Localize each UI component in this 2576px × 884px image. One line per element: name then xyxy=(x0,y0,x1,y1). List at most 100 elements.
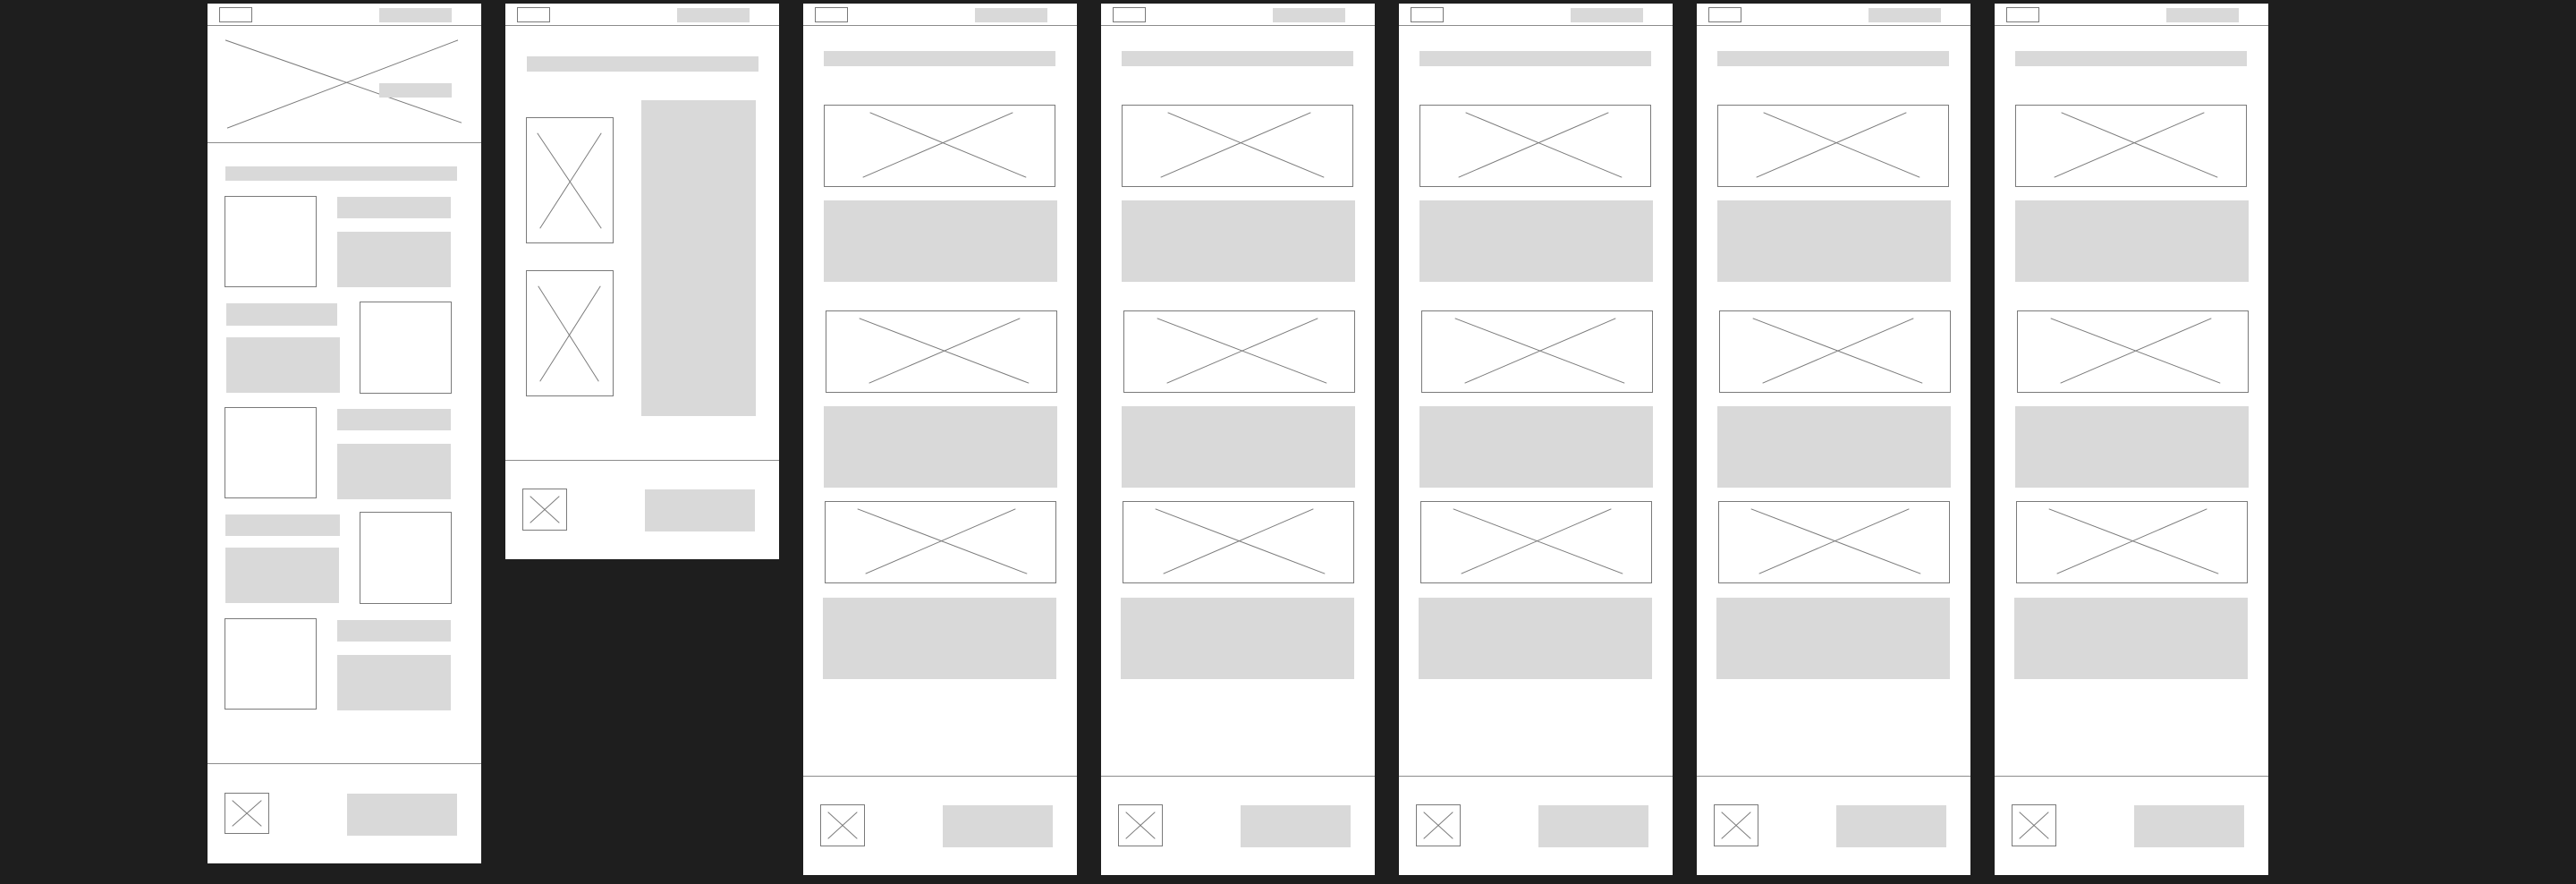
header-divider xyxy=(1101,25,1375,26)
nav-menu-placeholder[interactable] xyxy=(379,8,452,22)
card-image-placeholder xyxy=(826,310,1057,393)
footer-divider xyxy=(1995,776,2268,777)
footer-button-placeholder[interactable] xyxy=(1538,805,1648,847)
nav-menu-placeholder[interactable] xyxy=(1273,8,1345,22)
footer-button-placeholder[interactable] xyxy=(347,794,457,836)
footer-cross-icon xyxy=(1125,812,1156,839)
footer-logo-placeholder xyxy=(820,804,865,846)
list-item-text-placeholder xyxy=(337,444,451,499)
wireframe-screen-2 xyxy=(505,4,779,559)
nav-menu-placeholder[interactable] xyxy=(1868,8,1941,22)
logo-placeholder[interactable] xyxy=(1708,7,1741,22)
card-text-placeholder xyxy=(824,406,1057,488)
card-text-placeholder xyxy=(2015,406,2249,488)
card-cross-icon xyxy=(859,318,1030,384)
list-item-text-placeholder xyxy=(337,232,451,287)
nav-menu-placeholder[interactable] xyxy=(677,8,750,22)
section-title-placeholder xyxy=(1717,51,1949,66)
footer-logo-placeholder xyxy=(1118,804,1163,846)
footer-button-placeholder[interactable] xyxy=(645,489,755,531)
footer-cross-icon xyxy=(827,812,858,839)
card-text-placeholder xyxy=(1121,598,1354,679)
card-image-placeholder xyxy=(1719,310,1951,393)
card-cross-icon xyxy=(857,508,1028,574)
card-image-placeholder xyxy=(1123,310,1355,393)
section-title-placeholder xyxy=(1419,51,1651,66)
section-title-placeholder xyxy=(527,56,758,72)
logo-placeholder[interactable] xyxy=(517,7,550,22)
card-image-placeholder xyxy=(2017,310,2249,393)
gallery-image-placeholder xyxy=(526,270,614,396)
nav-menu-placeholder[interactable] xyxy=(975,8,1047,22)
logo-placeholder[interactable] xyxy=(1411,7,1444,22)
footer-logo-placeholder xyxy=(1416,804,1461,846)
card-image-placeholder xyxy=(2016,501,2248,583)
card-cross-icon xyxy=(1454,318,1625,384)
list-item-image-placeholder xyxy=(360,512,452,604)
card-cross-icon xyxy=(1160,112,1325,178)
footer-cross-icon xyxy=(530,496,560,523)
hero-caption-placeholder xyxy=(379,83,452,98)
card-text-placeholder xyxy=(1717,200,1951,282)
wireframe-screen-4 xyxy=(1101,4,1375,875)
card-image-placeholder xyxy=(824,105,1055,187)
list-item-image-placeholder xyxy=(225,196,317,287)
section-title-placeholder xyxy=(2015,51,2247,66)
footer-logo-placeholder xyxy=(1714,804,1758,846)
card-image-placeholder xyxy=(1419,105,1651,187)
text-block-placeholder xyxy=(641,100,756,416)
nav-menu-placeholder[interactable] xyxy=(1571,8,1643,22)
card-text-placeholder xyxy=(1419,406,1653,488)
list-item-heading-placeholder xyxy=(225,514,340,536)
gallery-image-placeholder xyxy=(526,117,614,243)
footer-button-placeholder[interactable] xyxy=(1241,805,1351,847)
footer-divider xyxy=(1399,776,1673,777)
footer-button-placeholder[interactable] xyxy=(1836,805,1946,847)
list-item-image-placeholder xyxy=(225,618,317,710)
card-cross-icon xyxy=(1155,508,1326,574)
footer-button-placeholder[interactable] xyxy=(2134,805,2244,847)
card-cross-icon xyxy=(1750,508,1921,574)
footer-logo-placeholder xyxy=(522,489,567,531)
logo-placeholder[interactable] xyxy=(815,7,848,22)
header-divider xyxy=(1995,25,2268,26)
card-image-placeholder xyxy=(1123,501,1354,583)
list-item-text-placeholder xyxy=(225,548,339,603)
card-text-placeholder xyxy=(1716,598,1950,679)
card-text-placeholder xyxy=(1122,200,1355,282)
card-image-placeholder xyxy=(1420,501,1652,583)
wireframe-screen-7 xyxy=(1995,4,2268,875)
nav-menu-placeholder[interactable] xyxy=(2166,8,2239,22)
list-item-heading-placeholder xyxy=(226,303,337,326)
footer-button-placeholder[interactable] xyxy=(943,805,1053,847)
card-cross-icon xyxy=(1453,508,1623,574)
card-text-placeholder xyxy=(1122,406,1355,488)
footer-cross-icon xyxy=(232,800,262,827)
wireframe-screen-6 xyxy=(1697,4,1970,875)
card-image-placeholder xyxy=(1421,310,1653,393)
section-title-placeholder xyxy=(824,51,1055,66)
card-text-placeholder xyxy=(824,200,1057,282)
footer-cross-icon xyxy=(2019,812,2049,839)
footer-divider xyxy=(803,776,1077,777)
list-item-heading-placeholder xyxy=(337,620,451,642)
wireframe-screen-5 xyxy=(1399,4,1673,875)
card-cross-icon xyxy=(2054,112,2218,178)
logo-placeholder[interactable] xyxy=(1113,7,1146,22)
card-text-placeholder xyxy=(1419,200,1653,282)
card-text-placeholder xyxy=(2014,598,2248,679)
footer-logo-placeholder xyxy=(2012,804,2056,846)
card-text-placeholder xyxy=(1717,406,1951,488)
card-cross-icon xyxy=(1752,318,1923,384)
wireframe-screen-1 xyxy=(208,4,481,863)
logo-placeholder[interactable] xyxy=(2006,7,2039,22)
header-divider xyxy=(1697,25,1970,26)
list-item-heading-placeholder xyxy=(337,197,451,218)
card-image-placeholder xyxy=(825,501,1056,583)
card-cross-icon xyxy=(1756,112,1920,178)
card-cross-icon xyxy=(2048,508,2219,574)
section-title-placeholder xyxy=(1122,51,1353,66)
canvas: { "canvas": { "background": "#1e1e1e" },… xyxy=(0,0,2576,884)
list-item-image-placeholder xyxy=(360,302,452,394)
logo-placeholder[interactable] xyxy=(219,7,252,22)
